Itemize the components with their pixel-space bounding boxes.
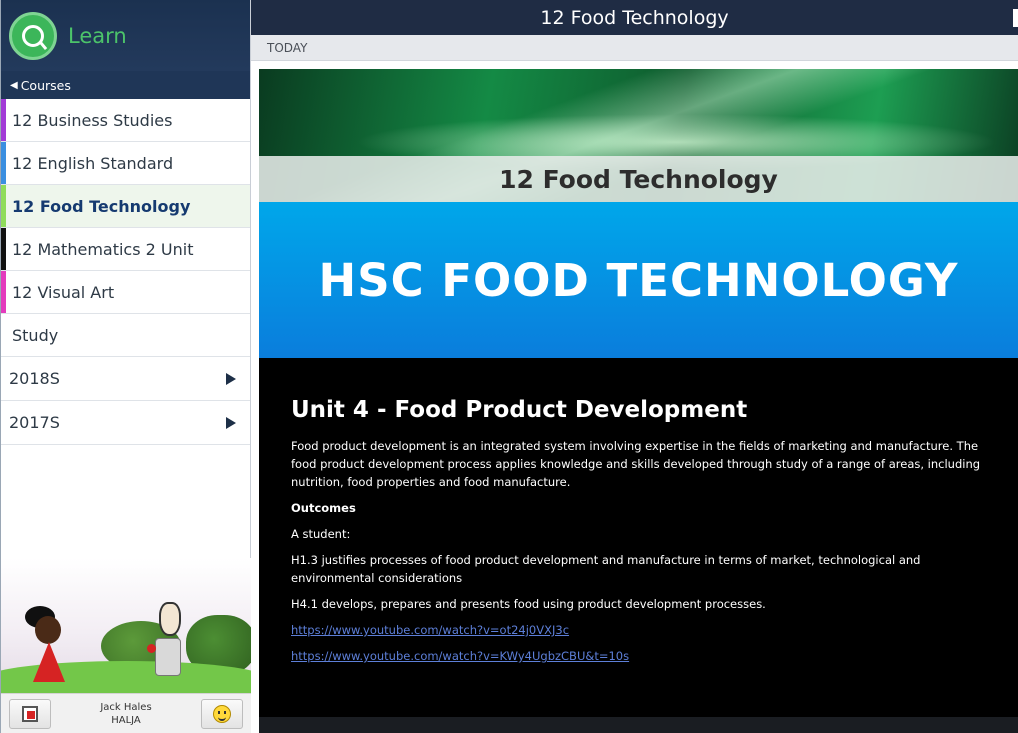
expand-arrow-icon bbox=[226, 372, 236, 385]
sidebar-item-label: 12 Visual Art bbox=[12, 282, 115, 302]
group-label: 2017S bbox=[9, 413, 60, 432]
logout-icon bbox=[22, 705, 38, 722]
student-label: A student: bbox=[291, 527, 351, 541]
window-edge bbox=[1013, 9, 1018, 27]
sidebar-item-visual-art[interactable]: 12 Visual Art bbox=[1, 271, 250, 314]
outcome-h4-1: H4.1 develops, prepares and presents foo… bbox=[291, 597, 766, 611]
user-code: HALJA bbox=[111, 714, 141, 726]
outcome-h1-3: H1.3 justifies processes of food product… bbox=[291, 553, 921, 585]
unit-heading: Unit 4 - Food Product Development bbox=[291, 397, 748, 423]
course-content: 12 Food Technology HSC FOOD TECHNOLOGY U… bbox=[259, 69, 1018, 733]
flower-icon bbox=[147, 644, 156, 653]
hero-block: HSC FOOD TECHNOLOGY bbox=[259, 202, 1018, 358]
girl-figure bbox=[35, 616, 61, 644]
cartoon-illustration bbox=[1, 558, 251, 693]
sidebar: Learn ◀ Courses 12 Business Studies 12 E… bbox=[0, 0, 251, 733]
brand-title: Learn bbox=[68, 23, 127, 48]
boy-body bbox=[155, 638, 181, 676]
sidebar-item-label: 12 Mathematics 2 Unit bbox=[12, 239, 194, 259]
banner-title-strip: 12 Food Technology bbox=[259, 156, 1018, 202]
sidebar-group-2018s[interactable]: 2018S bbox=[1, 357, 250, 401]
brand-header: Learn bbox=[1, 0, 250, 71]
course-color-stripe bbox=[1, 99, 6, 141]
expand-arrow-icon bbox=[226, 416, 236, 429]
course-color-stripe bbox=[1, 142, 6, 184]
study-section-label: Study bbox=[1, 314, 250, 357]
course-color-stripe bbox=[1, 228, 6, 270]
today-label: TODAY bbox=[267, 40, 308, 55]
sidebar-item-label: 12 Food Technology bbox=[12, 196, 191, 216]
course-color-stripe bbox=[1, 185, 6, 227]
sidebar-item-business-studies[interactable]: 12 Business Studies bbox=[1, 99, 250, 142]
smiley-icon bbox=[213, 704, 231, 723]
sidebar-item-label: 12 Business Studies bbox=[12, 110, 173, 130]
sidebar-footer: Jack Hales HALJA bbox=[1, 693, 251, 733]
boy-figure bbox=[159, 602, 181, 636]
girl-dress bbox=[33, 642, 65, 682]
youtube-link-2[interactable]: https://www.youtube.com/watch?v=KWy4Ugbz… bbox=[291, 647, 996, 665]
page-title: 12 Food Technology bbox=[540, 6, 729, 29]
logout-button[interactable] bbox=[9, 698, 51, 729]
hero-title: HSC FOOD TECHNOLOGY bbox=[318, 253, 959, 307]
back-arrow-icon: ◀ bbox=[10, 79, 18, 91]
today-tab[interactable]: TODAY bbox=[251, 35, 1018, 61]
sidebar-item-label: 12 English Standard bbox=[12, 153, 174, 173]
sidebar-item-english-standard[interactable]: 12 English Standard bbox=[1, 142, 250, 185]
group-label: 2018S bbox=[9, 369, 60, 388]
user-name: Jack Hales bbox=[100, 701, 152, 713]
feedback-button[interactable] bbox=[201, 698, 243, 729]
intro-paragraph: Food product development is an integrate… bbox=[291, 439, 981, 489]
outcomes-label: Outcomes bbox=[291, 501, 356, 515]
learn-logo-icon bbox=[9, 11, 57, 60]
unit-description: Unit 4 - Food Product Development Food p… bbox=[291, 397, 996, 673]
courses-back-link[interactable]: ◀ Courses bbox=[1, 71, 250, 99]
course-color-stripe bbox=[1, 271, 6, 313]
sidebar-item-food-technology[interactable]: 12 Food Technology bbox=[1, 185, 250, 228]
courses-label: Courses bbox=[20, 77, 71, 93]
sidebar-group-2017s[interactable]: 2017S bbox=[1, 401, 250, 445]
banner-title: 12 Food Technology bbox=[499, 164, 778, 194]
youtube-link-1[interactable]: https://www.youtube.com/watch?v=ot24j0VX… bbox=[291, 621, 996, 639]
user-info: Jack Hales HALJA bbox=[100, 701, 151, 727]
sidebar-item-mathematics[interactable]: 12 Mathematics 2 Unit bbox=[1, 228, 250, 271]
page-title-bar: 12 Food Technology bbox=[251, 0, 1018, 35]
content-footer-strip bbox=[259, 717, 1018, 733]
